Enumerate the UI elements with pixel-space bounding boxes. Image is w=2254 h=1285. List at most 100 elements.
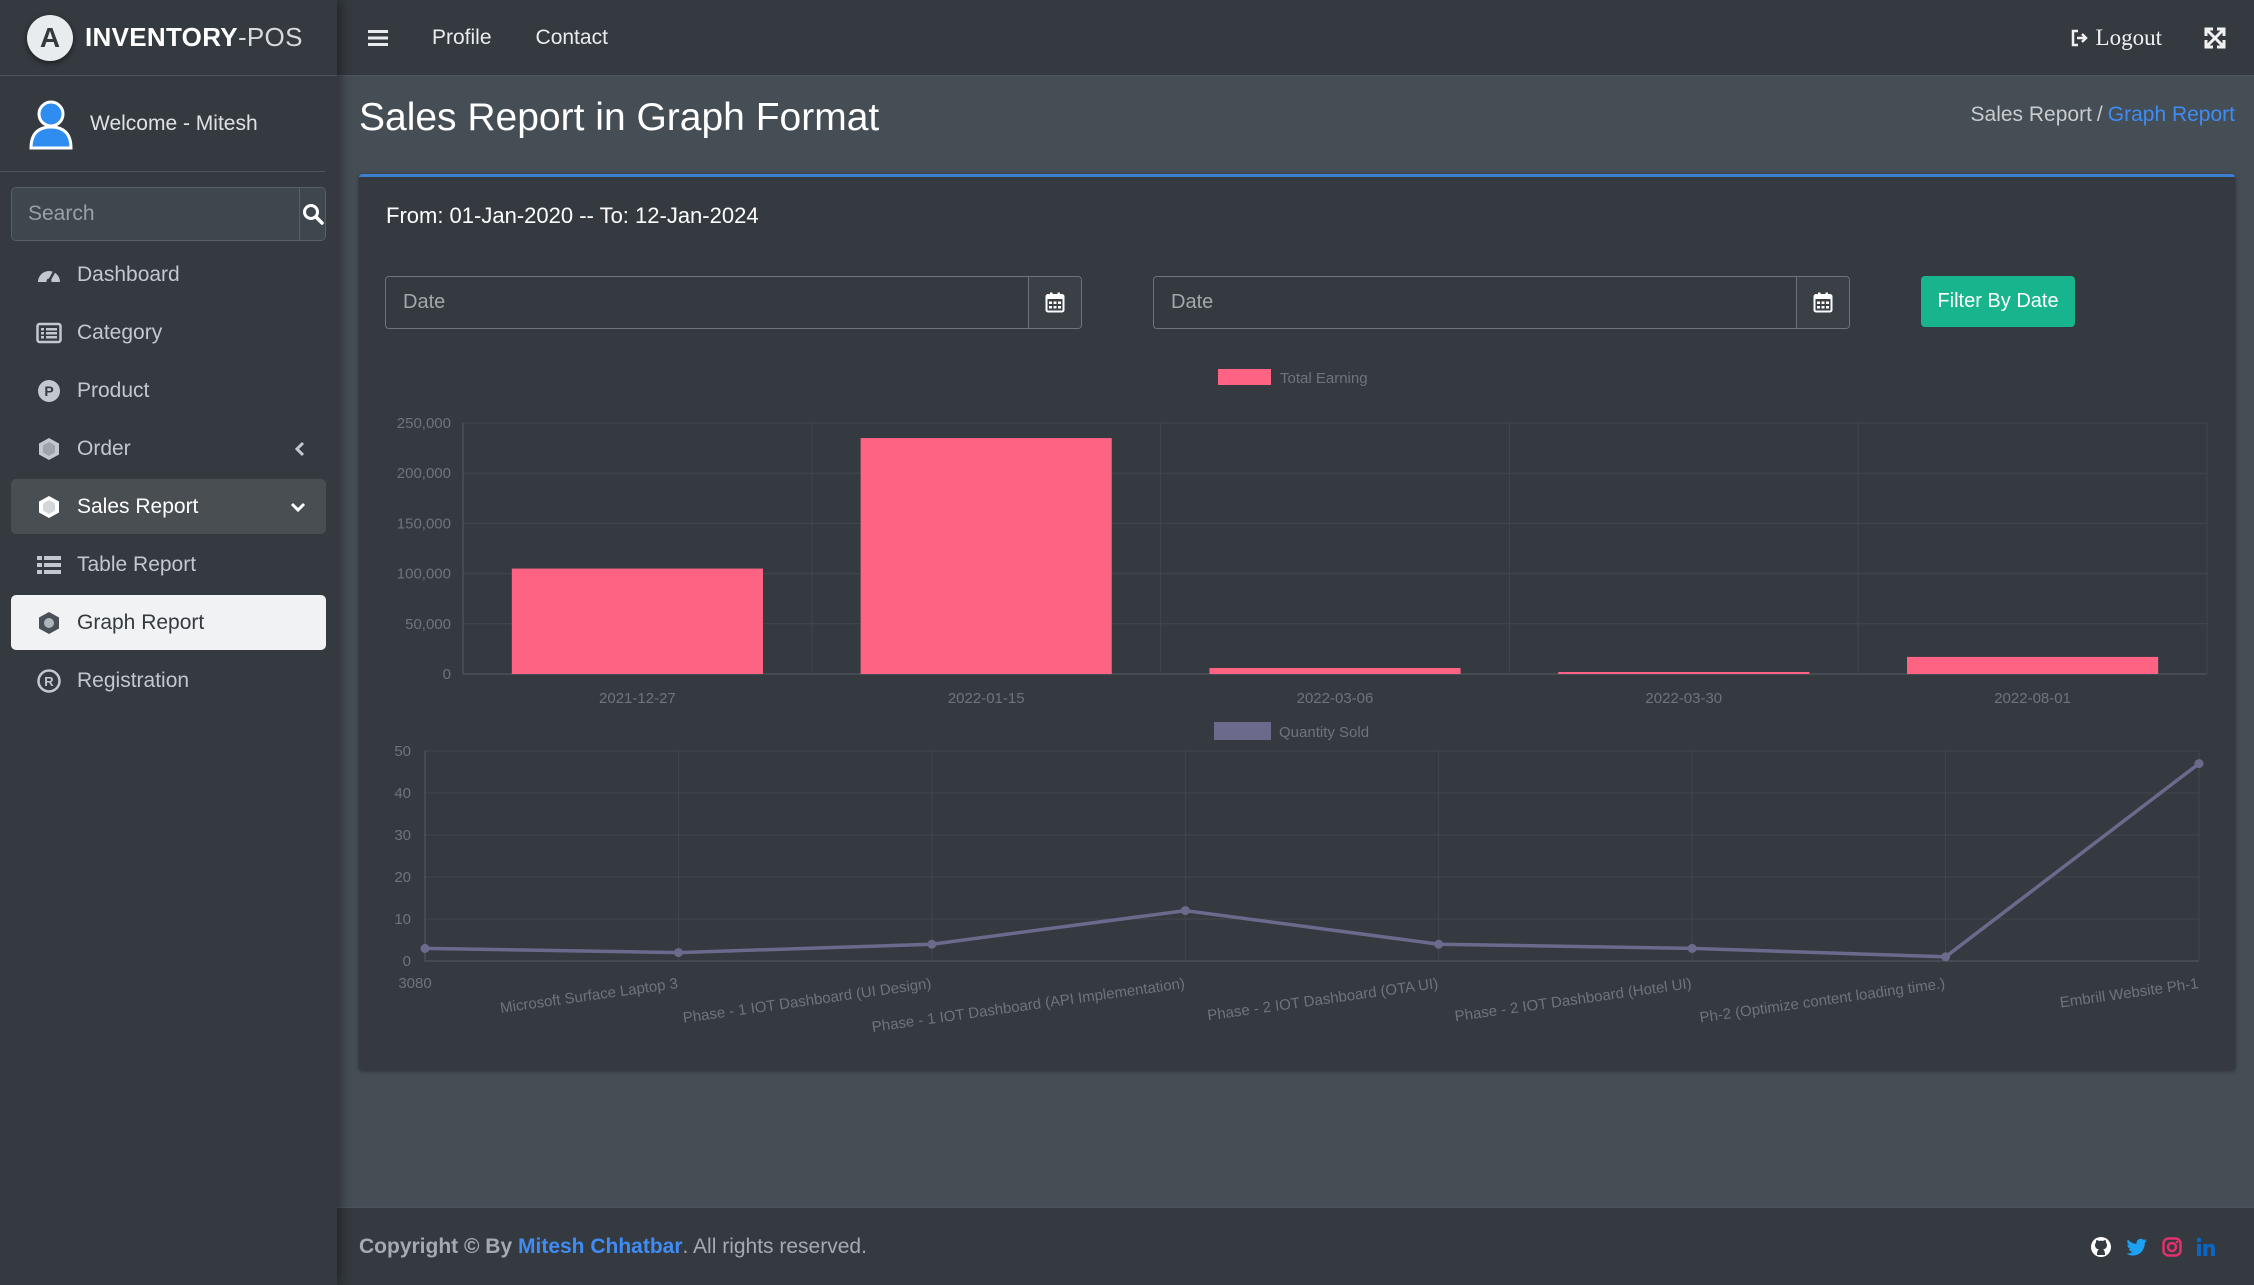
list-icon — [37, 555, 61, 574]
sidebar-item-label: Table Report — [77, 552, 197, 576]
y-tick-label: 30 — [394, 827, 411, 844]
sidebar-item-graph-report[interactable]: Graph Report — [11, 595, 326, 650]
svg-text:P: P — [44, 383, 53, 399]
sidebar-item-table-report[interactable]: Table Report — [11, 537, 326, 592]
sidebar-item-sales-report[interactable]: Sales Report — [11, 479, 326, 534]
y-tick-label: 50 — [394, 743, 411, 760]
y-tick-label: 250,000 — [397, 415, 451, 432]
graph-report-card: From: 01-Jan-2020 -- To: 12-Jan-2024 Fil… — [359, 174, 2235, 1070]
brand-name-rest: -POS — [237, 22, 303, 52]
sidebar-item-label: Product — [77, 378, 150, 402]
breadcrumb: Sales Report / Graph Report — [1971, 103, 2235, 127]
legend-label-total-earning: Total Earning — [1280, 370, 1368, 387]
copyright-suffix: . All rights reserved. — [682, 1234, 867, 1258]
chevron-down-icon — [290, 502, 306, 512]
page-title: Sales Report in Graph Format — [359, 96, 880, 139]
logout-button[interactable]: Logout — [2070, 25, 2162, 51]
from-date-group — [385, 276, 1082, 329]
sidebar-item-category[interactable]: Category — [11, 305, 326, 360]
copyright-text: Copyright © By Mitesh Chhatbar. All righ… — [359, 1235, 867, 1259]
copyright-prefix: Copyright © By — [359, 1234, 513, 1258]
filter-by-date-button[interactable]: Filter By Date — [1921, 276, 2075, 327]
legend-swatch-quantity-sold — [1214, 722, 1271, 740]
sidebar-item-label: Sales Report — [77, 494, 199, 518]
to-date-input[interactable] — [1154, 277, 1796, 328]
sidebar-item-label: Dashboard — [77, 262, 180, 286]
date-range-text: From: 01-Jan-2020 -- To: 12-Jan-2024 — [386, 203, 759, 228]
top-navbar: Profile Contact Logout — [337, 0, 2254, 76]
x-tick-label: Ph-2 (Optimize content loading time.) — [1699, 975, 1947, 1026]
y-tick-label: 0 — [443, 666, 451, 683]
sidebar-nav: Dashboard Category P Product Order Sales… — [0, 247, 337, 708]
x-tick-label: Phase - 2 IOT Dashboard (OTA UI) — [1206, 975, 1439, 1024]
to-date-group — [1153, 276, 1850, 329]
twitter-link[interactable] — [2126, 1237, 2148, 1257]
brand-link[interactable]: A INVENTORY-POS — [0, 0, 337, 76]
from-date-picker-button[interactable] — [1028, 277, 1081, 328]
y-tick-label: 0 — [403, 953, 411, 970]
to-date-picker-button[interactable] — [1796, 277, 1849, 328]
nav-profile-link[interactable]: Profile — [432, 26, 492, 50]
twitter-icon — [2126, 1238, 2147, 1255]
sidebar-search — [11, 187, 326, 241]
point-4 — [1434, 939, 1444, 949]
legend-swatch-total-earning — [1218, 369, 1271, 385]
sidebar-item-label: Graph Report — [77, 610, 205, 634]
search-button[interactable] — [299, 188, 325, 240]
quantity-sold-line-chart: Quantity Sold 0 10 20 30 40 50 3080 Microsoft Su… — [394, 722, 2204, 1036]
x-tick-label: Phase - 2 IOT Dashboard (Hotel UI) — [1454, 975, 1693, 1025]
bar-2022-01-15 — [860, 438, 1112, 674]
sidebar-item-registration[interactable]: R Registration — [11, 653, 326, 708]
expand-arrows-icon — [2204, 27, 2226, 49]
sidebar-item-label: Order — [77, 436, 131, 460]
github-icon — [2091, 1236, 2111, 1257]
brand-name-bold: INVENTORY — [85, 22, 238, 52]
sidebar-item-order[interactable]: Order — [11, 421, 326, 476]
nav-contact-link[interactable]: Contact — [536, 26, 608, 50]
github-link[interactable] — [2090, 1236, 2112, 1258]
user-panel: Welcome - Mitesh — [0, 76, 325, 172]
registered-icon: R — [37, 668, 61, 693]
x-tick-label: Microsoft Surface Laptop 3 — [499, 975, 679, 1017]
svg-text:R: R — [44, 674, 54, 689]
breadcrumb-separator: / — [2096, 103, 2103, 126]
footer: Copyright © By Mitesh Chhatbar. All righ… — [337, 1207, 2254, 1285]
sign-out-icon — [2071, 29, 2088, 47]
y-tick-label: 50,000 — [405, 616, 451, 633]
x-tick-label: 2022-01-15 — [948, 690, 1025, 707]
bar-2021-12-27 — [511, 568, 763, 674]
x-tick-label: 3080 — [398, 975, 431, 992]
bar-2022-03-06 — [1209, 667, 1461, 674]
hexagon-icon — [39, 437, 59, 460]
breadcrumb-sales-report[interactable]: Sales Report — [1971, 103, 2092, 126]
y-tick-label: 150,000 — [397, 515, 451, 532]
tachometer-icon — [38, 270, 60, 283]
x-tick-label: Embrill Website Ph-1 — [2059, 975, 2200, 1011]
sidebar-item-dashboard[interactable]: Dashboard — [11, 247, 326, 302]
point-5 — [1687, 943, 1697, 953]
author-link[interactable]: Mitesh Chhatbar — [518, 1235, 683, 1258]
sidebar-item-product[interactable]: P Product — [11, 363, 326, 418]
sidebar-item-label: Category — [77, 320, 163, 344]
y-tick-label: 40 — [394, 785, 411, 802]
menu-toggle-button[interactable] — [368, 29, 388, 47]
bar-2022-08-01 — [1907, 656, 2159, 674]
y-tick-label: 20 — [394, 869, 411, 886]
y-tick-label: 200,000 — [397, 465, 451, 482]
breadcrumb-graph-report: Graph Report — [2107, 103, 2235, 126]
user-avatar-icon — [29, 100, 73, 149]
bar-2022-03-30 — [1558, 671, 1810, 674]
fullscreen-button[interactable] — [2204, 27, 2226, 49]
hexagon-icon — [39, 495, 59, 518]
total-earning-bar-chart: Total Earning 0 50,000 100,000 150,000 200,00… — [397, 369, 2208, 707]
search-input[interactable] — [12, 188, 299, 240]
x-tick-label: 2022-08-01 — [1994, 690, 2071, 707]
product-p-icon: P — [38, 379, 60, 402]
linkedin-icon — [2196, 1237, 2215, 1256]
y-tick-label: 100,000 — [397, 566, 451, 583]
from-date-input[interactable] — [386, 277, 1028, 328]
hamburger-icon — [368, 29, 388, 46]
linkedin-link[interactable] — [2196, 1237, 2216, 1257]
instagram-link[interactable] — [2162, 1236, 2182, 1257]
calendar-icon — [1045, 292, 1065, 313]
